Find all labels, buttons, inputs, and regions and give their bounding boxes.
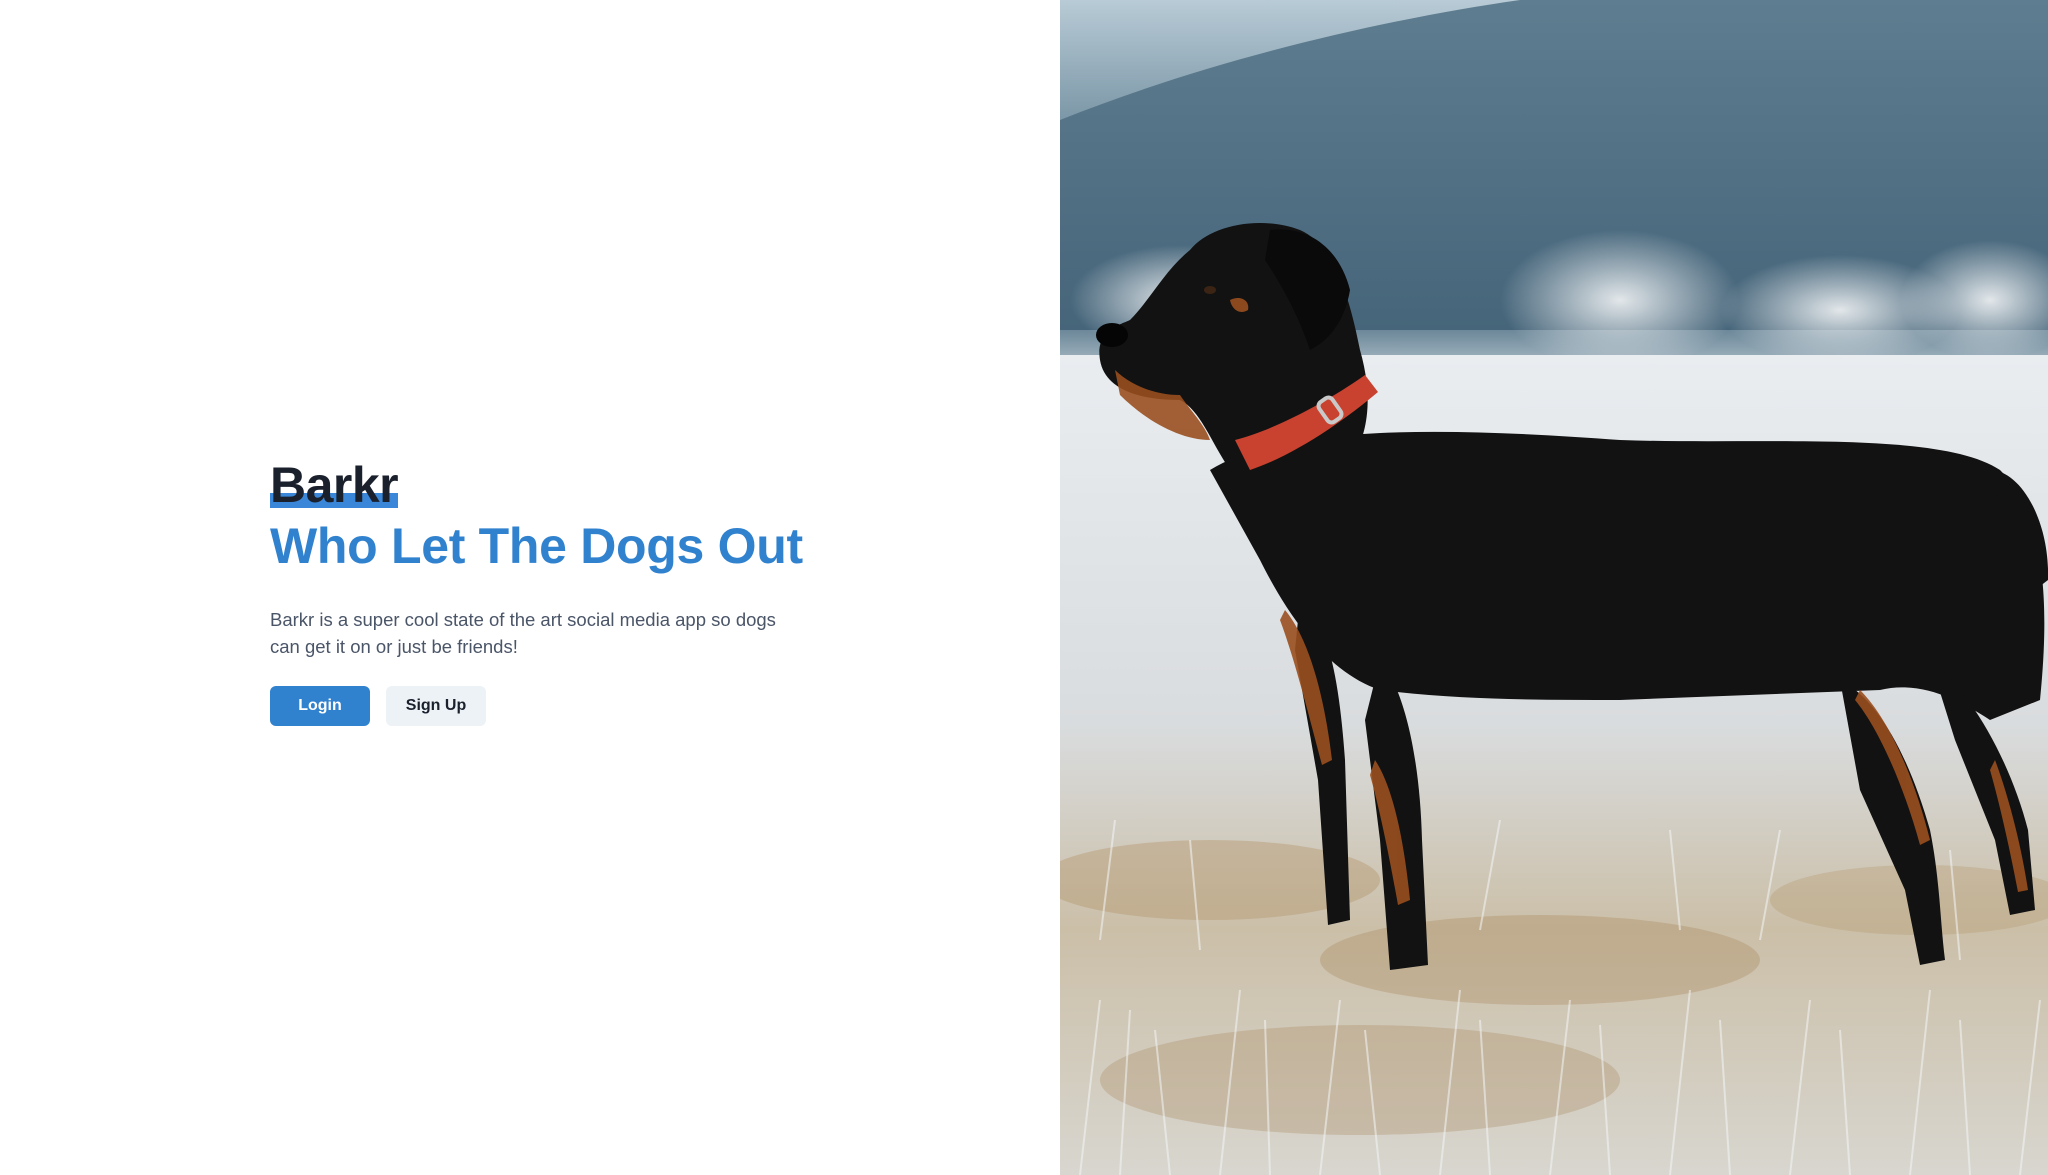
brand-name: Barkr [270, 457, 399, 513]
hero-image [1060, 0, 2048, 1175]
hero-content: Barkr Who Let The Dogs Out Barkr is a su… [270, 457, 803, 726]
dog-nose [1096, 323, 1128, 347]
hero-actions: Login Sign Up [270, 685, 790, 726]
signup-button[interactable]: Sign Up [386, 685, 486, 726]
dog-eye [1204, 286, 1216, 294]
brand-logo: Barkr [270, 457, 399, 513]
landing-page: Barkr Who Let The Dogs Out Barkr is a su… [0, 0, 2048, 1175]
hero-pane: Barkr Who Let The Dogs Out Barkr is a su… [0, 0, 1060, 1175]
hero-description: Barkr is a super cool state of the art s… [270, 608, 776, 657]
hero-tagline: Who Let The Dogs Out [270, 518, 803, 574]
dog-photo-illustration [1060, 0, 2048, 1175]
login-button[interactable]: Login [270, 685, 370, 726]
